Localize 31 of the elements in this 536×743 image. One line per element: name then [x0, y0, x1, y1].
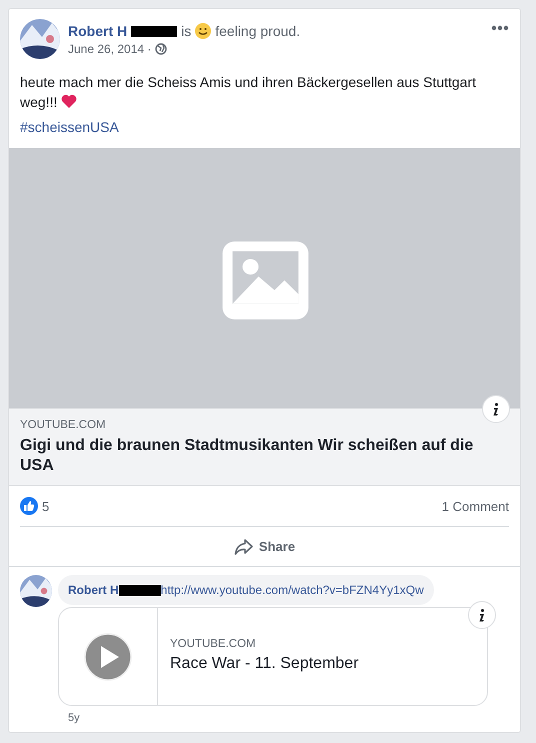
avatar[interactable] [20, 19, 60, 59]
feeling-text: feeling proud. [215, 23, 300, 39]
link-domain: YOUTUBE.COM [20, 419, 107, 431]
play-icon [84, 632, 132, 680]
comment-time[interactable]: 5y [68, 712, 488, 724]
info-button[interactable] [482, 395, 510, 423]
like-icon [20, 497, 38, 515]
info-icon [493, 402, 499, 416]
redaction-bar [118, 584, 161, 596]
globe-icon [155, 43, 168, 55]
attachment-title: Race War - 11. September [170, 655, 359, 673]
comment-count[interactable]: 1 Comment [442, 498, 509, 514]
post-text: heute mach mer die Scheiss Amis und ihren Bäckergesellen aus Stuttgart weg!!! [20, 73, 478, 112]
share-icon [234, 538, 253, 554]
more-options-icon[interactable] [491, 25, 509, 31]
link-title[interactable]: Gigi und die braunen Stadtmusikanten Wir scheißen auf die USA [20, 436, 509, 476]
author-name[interactable]: Robert H [68, 23, 128, 39]
avatar[interactable] [20, 575, 52, 607]
info-icon [479, 608, 485, 622]
heart-icon [61, 94, 78, 109]
comment-link[interactable]: http://www.youtube.com/watch?v=bFZN4Yy1xQw [160, 583, 424, 597]
info-button[interactable] [468, 601, 496, 629]
status-verb: is [181, 23, 192, 39]
share-button[interactable]: Share [9, 527, 520, 566]
post-date[interactable]: June 26, 2014 · [68, 42, 152, 56]
redaction-bar [131, 26, 178, 36]
comment-author[interactable]: Robert H [68, 583, 119, 597]
attachment-domain: YOUTUBE.COM [170, 638, 257, 650]
smiley-icon [195, 23, 212, 39]
like-count[interactable]: 5 [42, 498, 50, 514]
hashtag-link[interactable]: #scheissenUSA [20, 119, 119, 135]
